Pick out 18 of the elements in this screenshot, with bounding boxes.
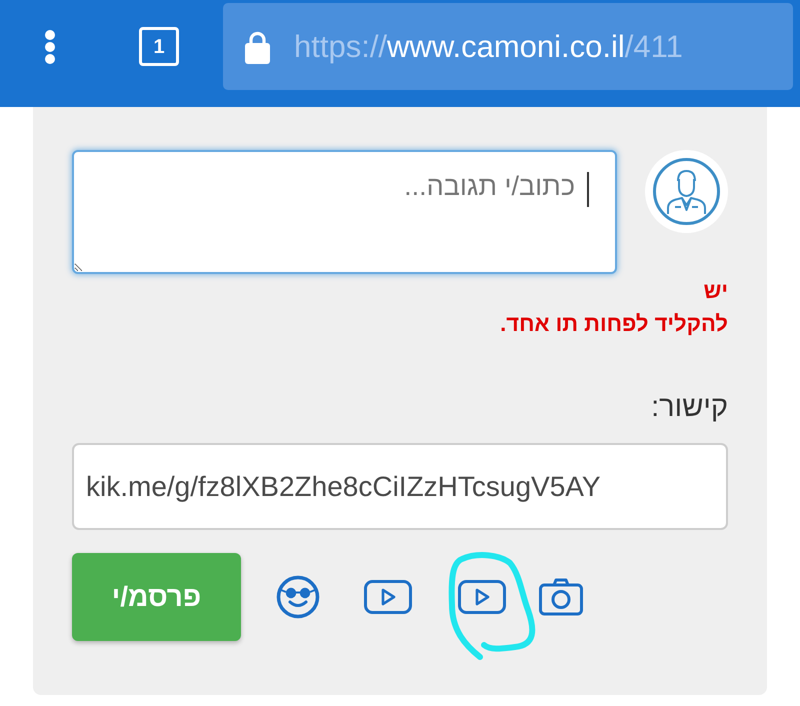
url-field[interactable]: https://www.camoni.co.il/411 (223, 3, 793, 90)
error-message: יש להקליד לפחות תו אחד. (499, 277, 728, 338)
avatar-icon (645, 150, 728, 233)
play-icon[interactable] (458, 580, 506, 614)
camera-icon[interactable] (539, 578, 583, 616)
menu-icon[interactable] (44, 28, 56, 64)
link-field[interactable]: kik.me/g/fz8lXB2Zhe8cCiIZzHTcsugV5AY (72, 443, 728, 530)
lock-icon (245, 30, 270, 64)
publish-button[interactable]: פרסמ/י (72, 553, 241, 641)
url-host: www.camoni.co.il (387, 31, 625, 62)
sunglasses-smiley-icon[interactable] (276, 575, 320, 619)
link-label: קישור: (650, 390, 728, 425)
text-cursor (587, 172, 589, 207)
reply-field[interactable]: כתוב/י תגובה... (72, 150, 617, 274)
url-path: /411 (624, 31, 683, 62)
tab-count-button[interactable]: 1 (139, 27, 179, 66)
play-icon[interactable] (364, 580, 412, 614)
url-scheme: https:// (294, 31, 388, 62)
